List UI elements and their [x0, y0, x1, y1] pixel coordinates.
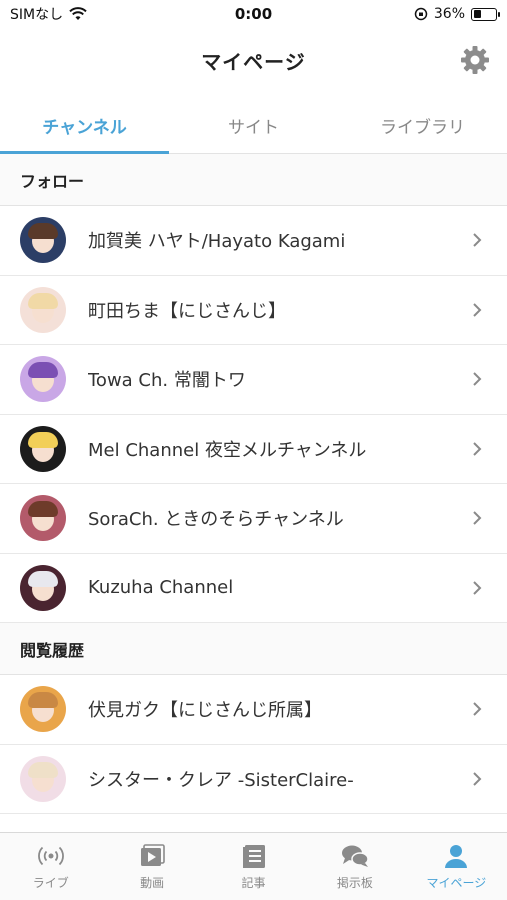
wifi-icon — [69, 7, 87, 20]
channel-name: 町田ちま【にじさんじ】 — [88, 300, 286, 322]
history-list: 伏見ガク【にじさんじ所属】シスター・クレア -SisterClaire- — [0, 675, 507, 814]
chevron-right-icon — [473, 511, 482, 525]
nav-live-label: ライブ — [32, 876, 69, 890]
avatar-hair — [28, 761, 58, 778]
tab-site[interactable]: サイト — [169, 98, 338, 153]
status-left: SIMなし — [10, 4, 87, 24]
broadcast-icon — [37, 846, 64, 866]
avatar-hair — [28, 431, 58, 448]
follow-section-title: フォロー — [0, 154, 507, 206]
battery-percent: 36% — [433, 6, 465, 22]
channel-row[interactable]: 町田ちま【にじさんじ】 — [0, 275, 507, 345]
history-section-title: 閲覧履歴 — [0, 623, 507, 675]
channel-row[interactable]: 伏見ガク【にじさんじ所属】 — [0, 675, 507, 745]
avatar — [20, 286, 66, 333]
avatar — [20, 217, 66, 264]
tab-bar: チャンネル サイト ライブラリ — [0, 98, 507, 154]
channel-name: Towa Ch. 常闇トワ — [88, 370, 246, 392]
gear-icon[interactable] — [459, 44, 491, 76]
channel-name: シスター・クレア -SisterClaire- — [88, 769, 354, 791]
nav-board-label: 掲示板 — [336, 876, 373, 890]
nav-video[interactable]: 動画 — [101, 833, 202, 900]
channel-name: 加賀美 ハヤト/Hayato Kagami — [88, 231, 346, 253]
avatar-hair — [28, 362, 58, 379]
battery-icon — [471, 7, 500, 21]
status-bar: SIMなし 0:00 36% — [0, 0, 507, 28]
person-icon — [445, 845, 468, 868]
avatar — [20, 686, 66, 733]
avatar — [20, 564, 66, 611]
nav-article[interactable]: 記事 — [203, 833, 304, 900]
avatar — [20, 495, 66, 542]
battery-level — [473, 10, 482, 18]
chevron-right-icon — [473, 772, 482, 786]
chevron-right-icon — [473, 303, 482, 317]
video-icon — [141, 844, 165, 866]
channel-name: Kuzuha Channel — [88, 577, 234, 599]
chevron-right-icon — [473, 372, 482, 386]
page-header: マイページ — [0, 34, 507, 86]
chevron-right-icon — [473, 442, 482, 456]
channel-row[interactable]: Towa Ch. 常闇トワ — [0, 345, 507, 415]
channel-row[interactable]: SoraCh. ときのそらチャンネル — [0, 484, 507, 554]
nav-board[interactable]: 掲示板 — [304, 833, 405, 900]
nav-live[interactable]: ライブ — [0, 833, 101, 900]
channel-list: フォロー 加賀美 ハヤト/Hayato Kagami 町田ちま【にじさんじ】 Tow… — [0, 154, 507, 834]
avatar-hair — [28, 223, 58, 240]
page-title: マイページ — [201, 49, 306, 74]
tab-channel[interactable]: チャンネル — [0, 98, 169, 154]
nav-video-label: 動画 — [140, 876, 165, 890]
channel-name: Mel Channel 夜空メルチャンネル — [88, 439, 367, 461]
avatar-hair — [28, 501, 58, 518]
chevron-right-icon — [473, 581, 482, 595]
tab-library[interactable]: ライブラリ — [338, 98, 507, 153]
status-right: 36% — [414, 6, 500, 22]
avatar — [20, 755, 66, 802]
chevron-right-icon — [473, 233, 482, 247]
article-icon — [242, 845, 265, 868]
channel-name: 伏見ガク【にじさんじ所属】 — [88, 700, 322, 722]
avatar — [20, 356, 66, 403]
chat-bubbles-icon — [341, 845, 369, 867]
channel-row[interactable]: 加賀美 ハヤト/Hayato Kagami — [0, 206, 507, 276]
nav-article-label: 記事 — [241, 876, 266, 890]
carrier-label: SIMなし — [10, 7, 64, 23]
nav-mypage-label: マイページ — [426, 876, 487, 890]
bottom-nav: ライブ 動画 記事 掲示板 マイページ — [0, 832, 507, 900]
channel-row[interactable]: Mel Channel 夜空メルチャンネル — [0, 414, 507, 484]
follow-list: 加賀美 ハヤト/Hayato Kagami 町田ちま【にじさんじ】 Towa Ch.… — [0, 206, 507, 623]
avatar-hair — [28, 692, 58, 709]
avatar-hair — [28, 292, 58, 309]
chevron-right-icon — [473, 702, 482, 716]
channel-row[interactable]: Kuzuha Channel — [0, 553, 507, 623]
nav-mypage[interactable]: マイページ — [406, 833, 507, 900]
avatar — [20, 425, 66, 472]
orientation-lock-icon — [414, 7, 428, 21]
channel-name: SoraCh. ときのそらチャンネル — [88, 509, 344, 531]
channel-row[interactable]: シスター・クレア -SisterClaire- — [0, 744, 507, 814]
avatar-hair — [28, 570, 58, 587]
